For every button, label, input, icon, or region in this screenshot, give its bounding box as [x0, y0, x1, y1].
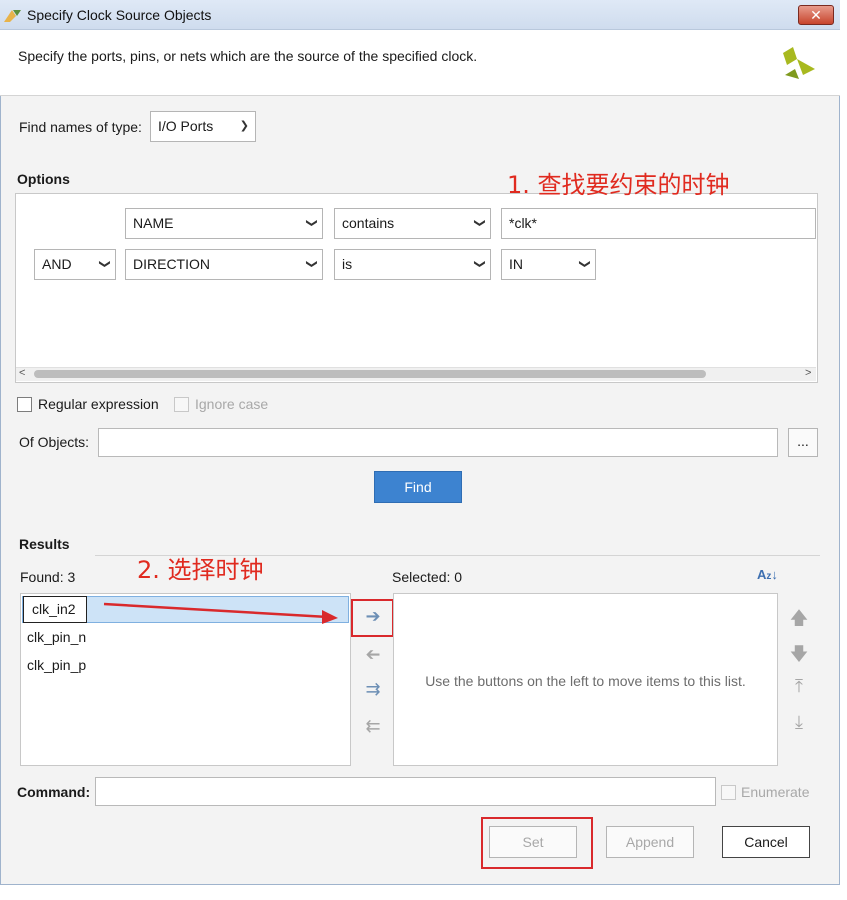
scrollbar-thumb[interactable] [34, 370, 706, 378]
ignore-case-checkbox[interactable] [174, 397, 189, 412]
annotation-arrow [103, 602, 338, 624]
find-type-value: I/O Ports [158, 118, 214, 134]
regex-label: Regular expression [38, 396, 159, 412]
move-left-icon[interactable]: ➔ [361, 644, 385, 665]
list-item[interactable]: clk_pin_n [27, 629, 86, 645]
xilinx-logo-icon [783, 47, 815, 79]
property-value-2: DIRECTION [133, 256, 210, 272]
regex-checkbox[interactable] [17, 397, 32, 412]
cancel-button[interactable]: Cancel [722, 826, 810, 858]
browse-button[interactable]: ... [788, 428, 818, 457]
find-button[interactable]: Find [374, 471, 462, 503]
app-icon [4, 10, 21, 22]
of-objects-label: Of Objects: [19, 434, 90, 450]
chevron-down-icon: ❯ [305, 259, 318, 269]
move-down-icon[interactable]: 🡇 [787, 642, 811, 672]
scroll-right-icon[interactable]: > [805, 367, 811, 379]
value-text-2: IN [509, 256, 523, 272]
property-value-1: NAME [133, 215, 174, 231]
move-all-right-icon[interactable]: ⇉ [361, 679, 385, 700]
found-label: Found: 3 [20, 569, 76, 585]
chevron-down-icon: ❯ [473, 259, 486, 269]
property-dropdown-2[interactable]: DIRECTION ❯ [125, 249, 323, 280]
enumerate-label: Enumerate [741, 784, 810, 800]
ignore-case-label: Ignore case [195, 396, 269, 412]
set-button[interactable]: Set [489, 826, 577, 858]
annotation-step2: 2. 选择时钟 [137, 556, 264, 584]
logic-value-2: AND [42, 256, 72, 272]
selected-label: Selected: 0 [392, 569, 463, 585]
append-button[interactable]: Append [606, 826, 694, 858]
value-dropdown-2[interactable]: IN ❯ [501, 249, 596, 280]
move-top-icon[interactable]: ⤒ [787, 676, 811, 697]
chevron-down-icon: ❯ [305, 218, 318, 228]
chevron-down-icon: ❯ [239, 120, 249, 132]
find-type-dropdown[interactable]: I/O Ports ❯ [150, 111, 256, 142]
enumerate-checkbox[interactable] [721, 785, 736, 800]
dialog-description: Specify the ports, pins, or nets which a… [18, 48, 478, 64]
scroll-left-icon[interactable]: < [19, 367, 25, 379]
operator-value-1: contains [342, 215, 395, 231]
list-item[interactable]: clk_pin_p [27, 657, 86, 673]
empty-hint: Use the buttons on the left to move item… [425, 673, 746, 689]
command-label: Command: [17, 784, 91, 800]
results-heading: Results [19, 536, 70, 552]
value-input-1[interactable]: *clk* [501, 208, 816, 239]
move-right-icon[interactable]: ➔ [361, 606, 385, 627]
sort-az-icon[interactable]: Az↓ [757, 567, 778, 582]
move-all-left-icon[interactable]: ⇇ [361, 716, 385, 737]
chevron-down-icon: ❯ [98, 259, 111, 269]
annotation-step1: 1. 查找要约束的时钟 [507, 171, 730, 199]
move-bottom-icon[interactable]: ⤓ [787, 712, 811, 733]
window-title: Specify Clock Source Objects [27, 7, 212, 23]
move-up-icon[interactable]: 🡅 [787, 606, 811, 636]
logic-dropdown-2[interactable]: AND ❯ [34, 249, 116, 280]
value-text-1: *clk* [509, 215, 538, 231]
options-heading: Options [17, 171, 70, 187]
find-type-label: Find names of type: [19, 119, 142, 135]
operator-value-2: is [342, 256, 353, 272]
close-button[interactable]: ✕ [798, 5, 834, 25]
property-dropdown-1[interactable]: NAME ❯ [125, 208, 323, 239]
operator-dropdown-2[interactable]: is ❯ [334, 249, 491, 280]
command-input[interactable] [95, 777, 716, 806]
list-item[interactable]: clk_in2 [23, 596, 87, 623]
chevron-down-icon: ❯ [473, 218, 486, 228]
chevron-down-icon: ❯ [578, 259, 591, 269]
of-objects-input[interactable] [98, 428, 778, 457]
operator-dropdown-1[interactable]: contains ❯ [334, 208, 491, 239]
